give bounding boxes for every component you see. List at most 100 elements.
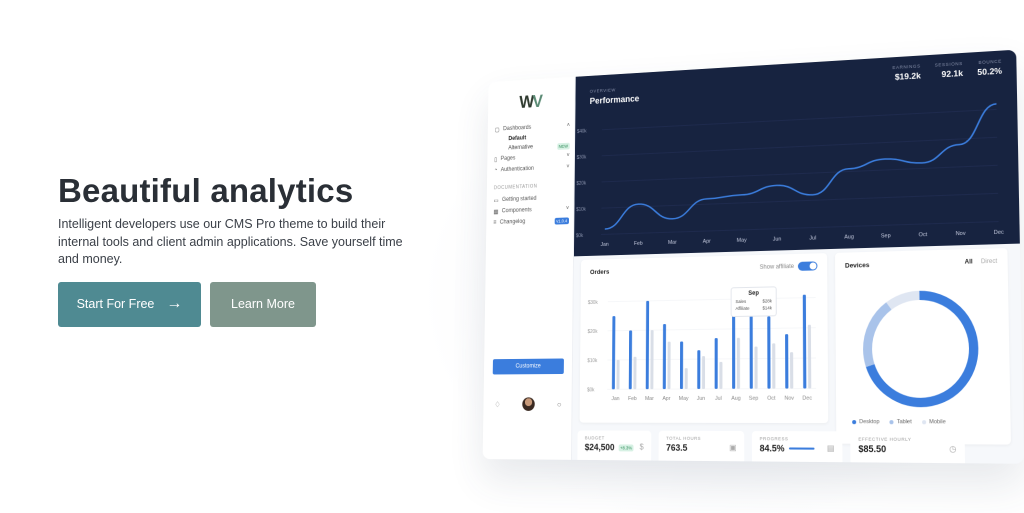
x-tick-label: Jul (809, 235, 816, 242)
orders-sales-bar (785, 334, 789, 389)
orders-affiliate-bar (701, 356, 706, 389)
clock-icon: ◷ (949, 444, 957, 454)
bell-icon[interactable]: ♢ (494, 400, 500, 409)
kpi-row: BUDGET $24,500 +8.3% $ TOTAL HOURS 763.5… (572, 427, 1024, 464)
kpi-budget: BUDGET $24,500 +8.3% $ (577, 430, 652, 464)
sidebar-item-label: Components (501, 207, 532, 215)
sidebar: WV ▢ Dashboards ˄ Default Alternative NE… (482, 76, 576, 460)
book-icon: ▭ (493, 197, 499, 204)
start-for-free-button[interactable]: Start For Free → (58, 281, 201, 327)
x-tick-label: Nov (956, 231, 967, 238)
x-tick-label: Mar (668, 240, 677, 246)
sidebar-item-label: Changelog (499, 218, 526, 226)
sidebar-item-label: Authentication (500, 166, 534, 174)
orders-affiliate-bar (736, 337, 740, 389)
new-badge: NEW (556, 142, 570, 150)
orders-affiliate-bar (807, 324, 812, 389)
kpi-label: BUDGET (584, 435, 605, 441)
orders-affiliate-bar (616, 359, 620, 390)
orders-bar-chart: $0k $10k $20k $30k Jan Feb Mar Apr May Jun Jul Aug S… (587, 294, 829, 402)
grid-icon: ▦ (493, 209, 499, 215)
x-tick-label: Feb (628, 396, 637, 402)
learn-more-label: Learn More (231, 297, 295, 311)
orders-affiliate-bar (772, 343, 776, 389)
x-tick-label: Jan (601, 242, 609, 248)
orders-sales-bar (749, 304, 753, 389)
page-icon: ▯ (494, 156, 498, 163)
x-tick-label: Jul (715, 396, 722, 402)
sidebar-footer: ♢ ○ (483, 391, 572, 416)
sidebar-item-label: Getting started (501, 195, 537, 203)
y-tick-label: $40k (577, 128, 587, 134)
gridline (607, 358, 816, 360)
orders-affiliate-bar (650, 330, 654, 390)
arrow-right-icon: → (166, 295, 183, 312)
x-tick-label: Jun (697, 396, 706, 402)
sidebar-item-label: Dashboards (503, 125, 532, 133)
x-tick-label: Apr (662, 396, 670, 402)
customize-label: Customize (515, 363, 541, 370)
orders-sales-bar (662, 324, 667, 390)
orders-affiliate-bar (753, 346, 759, 389)
tooltip-affiliate-value: $14k (762, 305, 772, 311)
orders-affiliate-bar (790, 352, 794, 389)
x-tick-label: Aug (731, 396, 740, 402)
devices-legend: Desktop Tablet Mobile (852, 419, 946, 425)
x-tick-label: Nov (784, 395, 794, 401)
user-icon: ◔ (494, 167, 498, 174)
hero-buttons: Start For Free → Learn More (58, 281, 438, 327)
kpi-value-row: $24,500 +8.3% (585, 442, 644, 452)
chevron-down-icon: ˅ (566, 153, 570, 159)
x-tick-label: Aug (844, 234, 854, 241)
performance-card: OVERVIEW Performance EARNINGS $19.2k SES… (573, 49, 1020, 257)
legend-label: Mobile (929, 419, 946, 426)
sidebar-item-label: Alternative (508, 144, 534, 152)
devices-card: Devices All Direct Desktop Tablet Mobile (835, 248, 1011, 445)
orders-sales-bar (802, 294, 807, 389)
avatar[interactable] (522, 397, 535, 411)
y-tick-label: $20k (576, 180, 586, 186)
y-tick-label: $30k (577, 154, 587, 160)
chevron-up-icon: ˄ (566, 122, 570, 129)
tooltip-sales-value: $28k (762, 298, 772, 304)
tooltip-affiliate-label: Affiliate (735, 305, 750, 312)
y-tick-label: $10k (587, 358, 597, 364)
tooltip-sales-label: Sales (735, 298, 747, 305)
search-icon[interactable]: ○ (557, 400, 561, 409)
dashboard-icon: ▢ (494, 127, 500, 133)
x-tick-label: May (679, 396, 689, 402)
chevron-down-icon: ˅ (566, 164, 570, 171)
legend-mobile: Mobile (921, 419, 946, 426)
list-icon: ≡ (493, 220, 497, 226)
sidebar-item-changelog[interactable]: ≡ Changelog v1.0.4 (493, 215, 569, 229)
briefcase-icon: ▣ (729, 443, 737, 453)
orders-sales-bar (611, 316, 616, 390)
performance-series-line (605, 104, 999, 229)
performance-line-chart: $0k $10k $20k $30k $40k Jan Feb Mar Apr May Jun Jul… (576, 50, 1004, 248)
learn-more-button[interactable]: Learn More (210, 281, 316, 327)
gridline (608, 328, 816, 331)
x-tick-label: Mar (645, 396, 654, 402)
customize-button[interactable]: Customize (492, 358, 564, 375)
gridline (601, 222, 998, 235)
orders-tooltip: Sep Sales $28k Affiliate $14k (730, 286, 777, 318)
kpi-label: TOTAL HOURS (666, 435, 702, 441)
gridline (602, 165, 998, 182)
kpi-change-badge: +8.3% (618, 443, 634, 451)
x-tick-label: Sep (749, 396, 759, 402)
kpi-value-row: 84.5% (760, 443, 835, 454)
legend-tablet: Tablet (889, 419, 912, 425)
kpi-value: $24,500 (584, 442, 615, 453)
chevron-down-icon: ˅ (565, 206, 570, 212)
gridline (602, 137, 997, 156)
x-tick-label: Apr (703, 239, 711, 245)
orders-sales-bar (645, 300, 650, 390)
kpi-value: $85.50 (858, 443, 887, 455)
y-tick-label: $0k (576, 233, 584, 239)
hero-section: Beautiful analytics Intelligent develope… (58, 172, 438, 327)
sidebar-item-authentication[interactable]: ◔ Authentication ˅ (494, 162, 570, 177)
orders-affiliate-bar (719, 361, 723, 389)
tooltip-affiliate-row: Affiliate $14k (735, 305, 771, 311)
kpi-total-hours: TOTAL HOURS 763.5 ▣ (658, 430, 745, 464)
orders-affiliate-bar (684, 368, 688, 389)
